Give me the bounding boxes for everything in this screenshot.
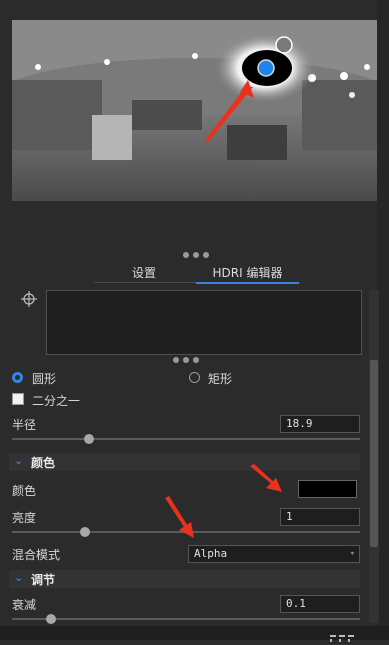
color-swatch[interactable] (298, 480, 357, 498)
brightness-slider-knob[interactable] (80, 527, 90, 537)
splitter-handle-middle[interactable] (173, 357, 199, 363)
color-section-header[interactable]: ⌄ 颜色 (9, 453, 360, 471)
light-radius-handle (275, 36, 293, 54)
splitter-handle-top[interactable] (183, 252, 209, 258)
half-checkbox-label: 二分之一 (32, 394, 81, 408)
grip-icon[interactable] (330, 631, 354, 642)
half-checkbox[interactable] (12, 393, 24, 405)
light-list-box[interactable] (46, 290, 362, 355)
blend-mode-label: 混合模式 (12, 548, 61, 562)
annotation-arrow-icon (250, 464, 282, 492)
radius-slider-track[interactable] (12, 438, 360, 440)
blend-mode-value: Alpha (194, 547, 228, 560)
radio-circle[interactable] (12, 372, 23, 383)
panorama-image (12, 20, 378, 201)
tab-hdri-editor[interactable]: HDRI 编辑器 (196, 264, 299, 282)
dropdown-arrow-icon: ▾ (349, 549, 355, 559)
active-tab-indicator (196, 282, 299, 284)
hdri-preview[interactable] (12, 20, 378, 201)
radio-rectangle-label: 矩形 (208, 372, 233, 386)
radius-slider-knob[interactable] (84, 434, 94, 444)
adjust-section-title: 调节 (31, 573, 56, 587)
chevron-down-icon: ⌄ (14, 454, 24, 467)
chevron-down-icon: ⌄ (14, 571, 24, 584)
radio-circle-label: 圆形 (32, 372, 57, 386)
falloff-slider-track[interactable] (12, 618, 360, 620)
crosshair-icon[interactable] (21, 291, 37, 307)
color-label: 颜色 (12, 484, 37, 498)
tab-settings[interactable]: 设置 (124, 264, 164, 282)
annotation-arrow-icon (165, 496, 194, 538)
panel-scrollbar-thumb[interactable] (370, 360, 378, 547)
falloff-label: 衰减 (12, 598, 37, 612)
adjust-section-header[interactable]: ⌄ 调节 (9, 570, 360, 588)
radius-input[interactable]: 18.9 (280, 415, 360, 433)
brightness-label: 亮度 (12, 511, 37, 525)
light-position-handle (257, 59, 275, 77)
color-section-title: 颜色 (31, 456, 56, 470)
brightness-input[interactable]: 1 (280, 508, 360, 526)
falloff-input[interactable]: 0.1 (280, 595, 360, 613)
radio-rectangle[interactable] (189, 372, 200, 383)
falloff-slider-knob[interactable] (46, 614, 56, 624)
radius-label: 半径 (12, 418, 37, 432)
blend-mode-select[interactable]: Alpha ▾ (188, 545, 360, 563)
